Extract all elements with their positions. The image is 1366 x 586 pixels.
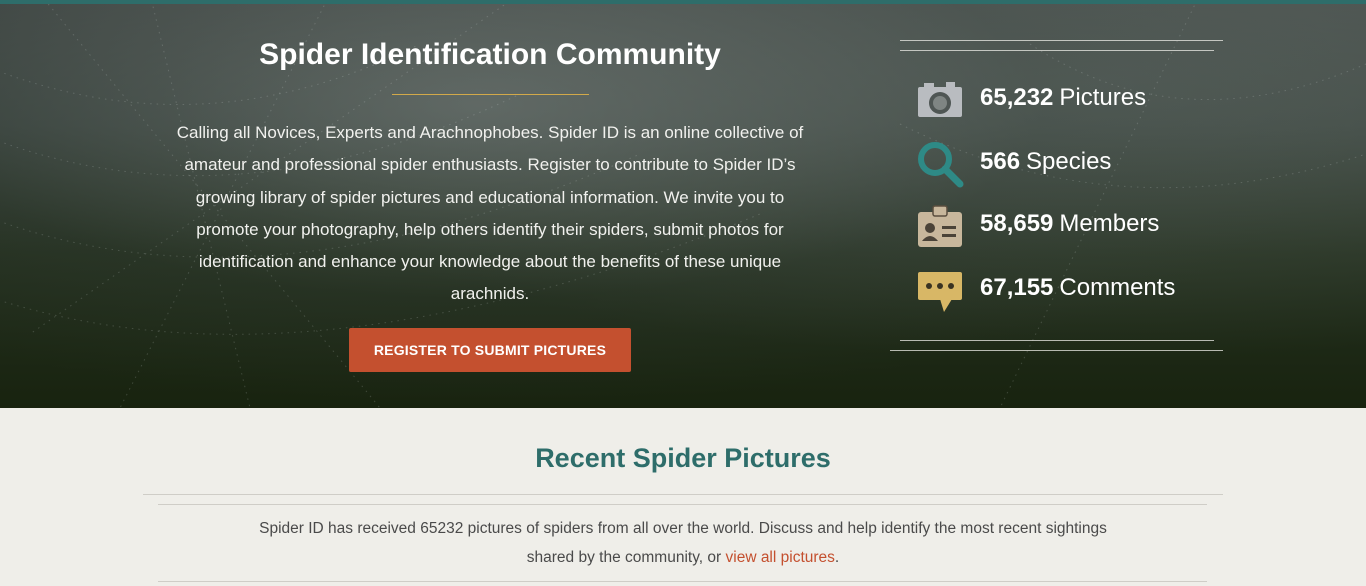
stats-bottom-rule-1 bbox=[900, 340, 1214, 341]
hero-description: Calling all Novices, Experts and Arachno… bbox=[176, 123, 804, 304]
stats-bottom-rule-2 bbox=[890, 350, 1223, 351]
stat-members-value: 58,659 bbox=[980, 210, 1054, 237]
hero-title: Spider Identification Community bbox=[259, 38, 721, 71]
camera-icon bbox=[918, 82, 962, 117]
stat-members: 58,659 Members bbox=[916, 202, 1216, 250]
stat-comments-label: Comments bbox=[1059, 274, 1176, 301]
view-all-pictures-link[interactable]: view all pictures bbox=[726, 549, 835, 566]
stats-top-rule-2 bbox=[900, 50, 1214, 51]
stat-species: 566 Species bbox=[916, 140, 1216, 188]
speech-bubble-icon bbox=[918, 272, 962, 312]
hero-banner: Spider Identification Community Calling … bbox=[0, 4, 1366, 408]
stat-comments-value: 67,155 bbox=[980, 274, 1054, 301]
recent-text-before: Spider ID has received 65232 pictures of… bbox=[259, 520, 1107, 566]
section-rule-top-1 bbox=[143, 494, 1223, 495]
stat-members-label: Members bbox=[1059, 210, 1160, 237]
magnifier-icon bbox=[918, 142, 964, 188]
stat-pictures-label: Pictures bbox=[1059, 84, 1147, 111]
stat-pictures-value: 65,232 bbox=[980, 84, 1054, 111]
register-button[interactable]: REGISTER TO SUBMIT PICTURES bbox=[349, 328, 631, 372]
stats-top-rule-1 bbox=[900, 40, 1223, 41]
recent-pictures-title: Recent Spider Pictures bbox=[535, 443, 831, 473]
section-rule-bottom bbox=[158, 581, 1207, 582]
stat-pictures: 65,232 Pictures bbox=[916, 76, 1216, 124]
stat-comments: 67,155 Comments bbox=[916, 266, 1216, 314]
recent-pictures-description: Spider ID has received 65232 pictures of… bbox=[250, 514, 1116, 572]
section-rule-top-2 bbox=[158, 504, 1207, 505]
recent-text-after: . bbox=[834, 549, 840, 566]
id-badge-icon bbox=[918, 205, 962, 247]
stat-species-label: Species bbox=[1026, 148, 1112, 175]
stat-species-value: 566 bbox=[980, 148, 1021, 175]
title-underline bbox=[392, 94, 589, 95]
